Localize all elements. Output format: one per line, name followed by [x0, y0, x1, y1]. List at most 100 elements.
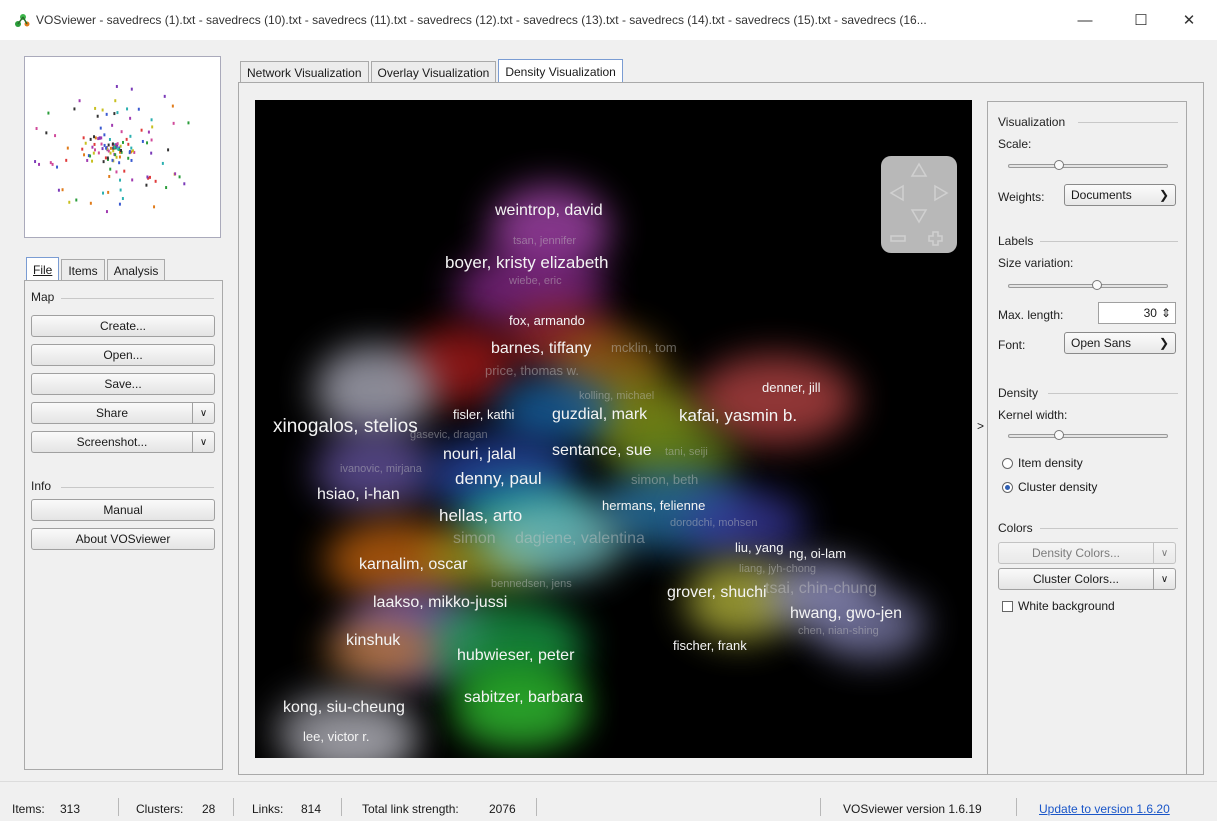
tab-overlay-visualization[interactable]: Overlay Visualization	[370, 61, 497, 83]
left-tab-bar: File Items Analysis	[26, 257, 167, 281]
share-dropdown-arrow[interactable]: ∨	[193, 402, 215, 424]
tab-analysis[interactable]: Analysis	[106, 259, 166, 281]
kernel-width-slider[interactable]	[1008, 430, 1168, 440]
density-label[interactable]: lee, victor r.	[303, 729, 369, 744]
density-label[interactable]: tsai, chin-chung	[765, 580, 877, 598]
density-label[interactable]: kong, siu-cheung	[283, 699, 405, 717]
density-label[interactable]: price, thomas w.	[485, 363, 579, 378]
scale-slider-thumb[interactable]	[1054, 160, 1064, 170]
density-label[interactable]: karnalim, oscar	[359, 556, 467, 574]
density-label[interactable]: weintrop, david	[495, 202, 603, 220]
density-label[interactable]: liang, jyh-chong	[739, 563, 816, 575]
about-button[interactable]: About VOSviewer	[31, 528, 215, 550]
density-label[interactable]: xinogalos, stelios	[273, 416, 418, 438]
close-button[interactable]: ✕	[1166, 0, 1212, 40]
tab-density-visualization[interactable]: Density Visualization	[498, 59, 623, 83]
size-variation-slider-thumb[interactable]	[1091, 280, 1102, 290]
overview-dot	[34, 160, 37, 164]
density-label[interactable]: boyer, kristy elizabeth	[445, 253, 608, 273]
kernel-width-slider-thumb[interactable]	[1054, 430, 1064, 440]
density-label[interactable]: denner, jill	[762, 380, 821, 395]
density-label[interactable]: fischer, frank	[673, 638, 747, 653]
density-label[interactable]: kinshuk	[346, 632, 400, 650]
font-select[interactable]: Open Sans ❯	[1064, 332, 1176, 354]
density-label[interactable]: simon	[453, 530, 496, 548]
weights-select[interactable]: Documents ❯	[1064, 184, 1176, 206]
overview-dot	[114, 153, 117, 157]
density-label[interactable]: denny, paul	[455, 469, 542, 489]
share-button[interactable]: Share	[31, 402, 193, 424]
density-label[interactable]: barnes, tiffany	[491, 340, 591, 358]
kernel-width-label: Kernel width:	[998, 408, 1068, 422]
density-label[interactable]: dagiene, valentina	[515, 530, 645, 548]
item-density-radio[interactable]: Item density	[1002, 456, 1083, 470]
density-label[interactable]: wiebe, eric	[509, 275, 562, 287]
density-label[interactable]: dorodchi, mohsen	[670, 517, 757, 529]
overview-dot	[113, 145, 116, 149]
overview-dot	[167, 148, 170, 152]
map-group-divider	[61, 298, 214, 299]
density-label[interactable]: grover, shuchi	[667, 584, 767, 602]
density-label[interactable]: hellas, arto	[439, 506, 522, 526]
density-label[interactable]: chen, nian-shing	[798, 625, 879, 637]
tab-file[interactable]: File	[26, 257, 60, 281]
overview-dot	[178, 175, 181, 179]
overview-dot	[127, 156, 130, 160]
screenshot-button[interactable]: Screenshot...	[31, 431, 193, 453]
overview-dot	[115, 170, 118, 174]
density-label[interactable]: hubwieser, peter	[457, 647, 574, 665]
density-label[interactable]: sentance, sue	[552, 442, 652, 460]
density-label[interactable]: ng, oi-lam	[789, 546, 846, 561]
density-colors-dropdown-arrow[interactable]: ∨	[1154, 542, 1176, 564]
overview-dot	[94, 106, 97, 110]
white-background-checkbox[interactable]: White background	[1002, 599, 1115, 613]
scale-slider[interactable]	[1008, 160, 1168, 170]
links-count-label: Links:	[252, 802, 284, 816]
size-variation-slider[interactable]	[1008, 280, 1168, 290]
density-label[interactable]: hermans, felienne	[602, 498, 705, 513]
overview-dot	[89, 137, 92, 141]
cluster-colors-button[interactable]: Cluster Colors...	[998, 568, 1154, 590]
density-label[interactable]: liu, yang	[735, 540, 783, 555]
overview-map[interactable]	[24, 56, 221, 238]
density-label[interactable]: hsiao, i-han	[317, 486, 400, 504]
density-label[interactable]: fisler, kathi	[453, 407, 514, 422]
density-colors-button[interactable]: Density Colors...	[998, 542, 1154, 564]
cluster-colors-dropdown-arrow[interactable]: ∨	[1154, 568, 1176, 590]
minimize-button[interactable]: —	[1062, 0, 1108, 40]
navigation-pad[interactable]	[881, 156, 957, 253]
overview-dot	[115, 155, 118, 159]
density-label[interactable]: kolling, michael	[579, 390, 654, 402]
tab-items[interactable]: Items	[61, 259, 105, 281]
density-label[interactable]: kafai, yasmin b.	[679, 406, 797, 426]
density-label[interactable]: mcklin, tom	[611, 340, 677, 355]
density-label[interactable]: fox, armando	[509, 313, 585, 328]
overview-dot	[107, 190, 110, 194]
density-label[interactable]: guzdial, mark	[552, 406, 647, 424]
density-label[interactable]: nouri, jalal	[443, 446, 516, 464]
expand-panel-arrow[interactable]: >	[977, 419, 984, 433]
density-label[interactable]: bennedsen, jens	[491, 578, 572, 590]
density-label[interactable]: hwang, gwo-jen	[790, 605, 902, 623]
overview-dot	[171, 104, 174, 108]
density-label[interactable]: laakso, mikko-jussi	[373, 594, 507, 612]
title-bar: VOSviewer - savedrecs (1).txt - savedrec…	[0, 0, 1217, 40]
items-count-label: Items:	[12, 802, 45, 816]
tab-network-visualization[interactable]: Network Visualization	[240, 61, 369, 83]
cluster-density-radio[interactable]: Cluster density	[1002, 480, 1097, 494]
screenshot-dropdown-arrow[interactable]: ∨	[193, 431, 215, 453]
density-canvas[interactable]: weintrop, david tsan, jennifer boyer, kris…	[255, 100, 972, 758]
create-button[interactable]: Create...	[31, 315, 215, 337]
open-button[interactable]: Open...	[31, 344, 215, 366]
maximize-button[interactable]: ☐	[1118, 0, 1164, 40]
max-length-spinner[interactable]: 30 ⇕	[1098, 302, 1176, 324]
density-label[interactable]: gasevic, dragan	[410, 429, 488, 441]
density-label[interactable]: tani, seiji	[665, 446, 708, 458]
density-label[interactable]: sabitzer, barbara	[464, 689, 583, 707]
manual-button[interactable]: Manual	[31, 499, 215, 521]
density-label[interactable]: ivanovic, mirjana	[340, 463, 422, 475]
density-label[interactable]: tsan, jennifer	[513, 235, 576, 247]
update-link[interactable]: Update to version 1.6.20	[1039, 802, 1170, 816]
save-button[interactable]: Save...	[31, 373, 215, 395]
density-label[interactable]: simon, beth	[631, 472, 698, 487]
